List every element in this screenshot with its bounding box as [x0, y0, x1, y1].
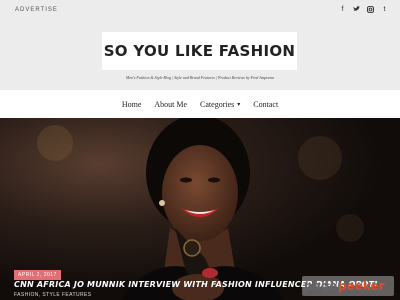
nav-home[interactable]: Home	[122, 100, 142, 109]
svg-text:peeker: peeker	[338, 279, 385, 293]
tumblr-icon[interactable]: t	[381, 6, 388, 15]
site-tagline: Men's Fashion & Style Blog | Style and B…	[125, 75, 275, 80]
post-categories[interactable]: FASHION, STYLE FEATURES	[14, 292, 91, 298]
svg-text:page: page	[304, 279, 337, 293]
nav-categories[interactable]: Categories ▾	[200, 100, 240, 109]
pagepeeker-logo: page peeker	[304, 279, 385, 293]
nav-contact[interactable]: Contact	[253, 100, 278, 109]
facebook-icon[interactable]: f	[339, 6, 346, 15]
pagepeeker-watermark: page peeker	[302, 276, 394, 296]
social-links: f t	[339, 6, 388, 15]
chevron-down-icon: ▾	[237, 101, 241, 108]
nav-about[interactable]: About Me	[154, 100, 187, 109]
advertise-link[interactable]: ADVERTISE	[15, 7, 58, 13]
post-date-badge[interactable]: APRIL 2, 2017	[14, 270, 61, 280]
top-bar: ADVERTISE f t	[0, 0, 400, 24]
post-title[interactable]: CNN AFRICA JO MUNNIK INTERVIEW WITH FASH…	[14, 280, 377, 289]
nav-categories-label: Categories	[200, 99, 235, 109]
main-nav: Home About Me Categories ▾ Contact	[0, 90, 400, 118]
instagram-icon[interactable]	[367, 6, 374, 15]
twitter-icon[interactable]	[353, 6, 360, 15]
site-title: SO YOU LIKE FASHION	[103, 42, 296, 60]
site-logo[interactable]: SO YOU LIKE FASHION	[102, 32, 297, 70]
